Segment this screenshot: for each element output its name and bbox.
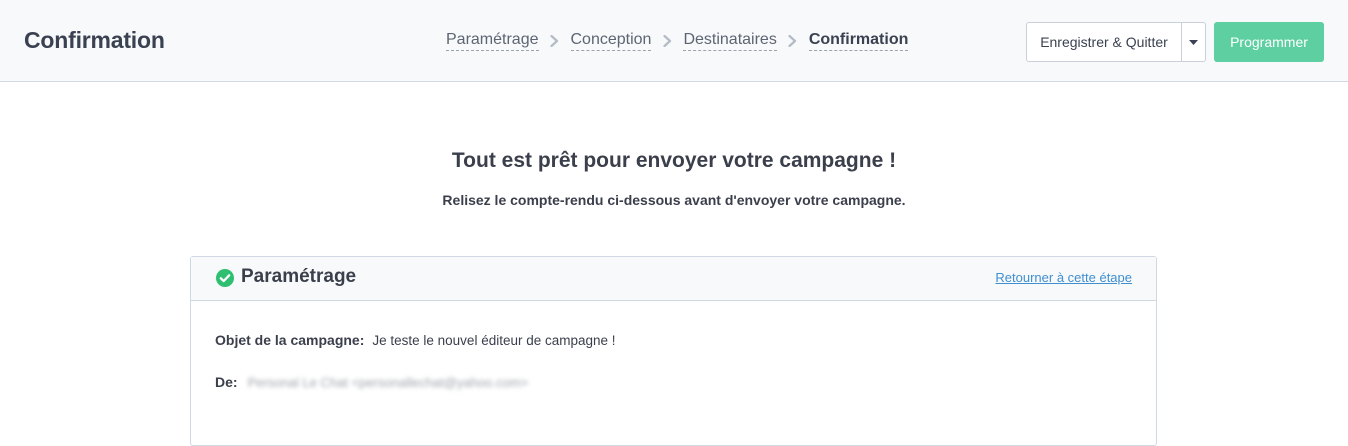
- save-options-dropdown[interactable]: [1182, 23, 1205, 61]
- page-title: Confirmation: [24, 27, 165, 53]
- save-and-quit-split-button: Enregistrer & Quitter: [1026, 22, 1206, 62]
- review-subline: Relisez le compte-rendu ci-dessous avant…: [442, 192, 906, 208]
- save-and-quit-button[interactable]: Enregistrer & Quitter: [1027, 23, 1182, 61]
- card-title: Paramétrage: [241, 266, 357, 287]
- breadcrumb-item-destinataires[interactable]: Destinataires: [683, 31, 777, 51]
- sender-row: De: Personal Le Chat <personallechat@yah…: [215, 374, 528, 390]
- ready-headline: Tout est prêt pour envoyer votre campagn…: [451, 149, 897, 172]
- settings-summary-card: Paramétrage Retourner à cette étape Obje…: [190, 256, 1157, 446]
- sender-label: De:: [215, 374, 238, 390]
- schedule-button[interactable]: Programmer: [1214, 22, 1324, 62]
- sender-value: Personal Le Chat <personallechat@yahoo.c…: [247, 375, 529, 390]
- subject-label: Objet de la campagne:: [215, 332, 365, 348]
- top-bar: Confirmation Paramétrage Conception Dest…: [0, 0, 1348, 82]
- breadcrumb: Paramétrage Conception Destinataires Con…: [446, 31, 909, 51]
- breadcrumb-item-conception[interactable]: Conception: [570, 31, 652, 51]
- chevron-right-icon: [777, 35, 809, 47]
- subject-value: Je teste le nouvel éditeur de campagne !: [372, 333, 616, 348]
- chevron-right-icon: [651, 35, 683, 47]
- check-circle-icon: [216, 269, 234, 287]
- breadcrumb-item-confirmation[interactable]: Confirmation: [808, 31, 909, 51]
- caret-down-icon: [1189, 39, 1198, 45]
- chevron-right-icon: [539, 35, 571, 47]
- card-header: Paramétrage Retourner à cette étape: [191, 257, 1156, 301]
- return-to-step-link[interactable]: Retourner à cette étape: [995, 270, 1132, 285]
- breadcrumb-item-parametrage[interactable]: Paramétrage: [446, 31, 539, 51]
- subject-row: Objet de la campagne: Je teste le nouvel…: [215, 332, 616, 348]
